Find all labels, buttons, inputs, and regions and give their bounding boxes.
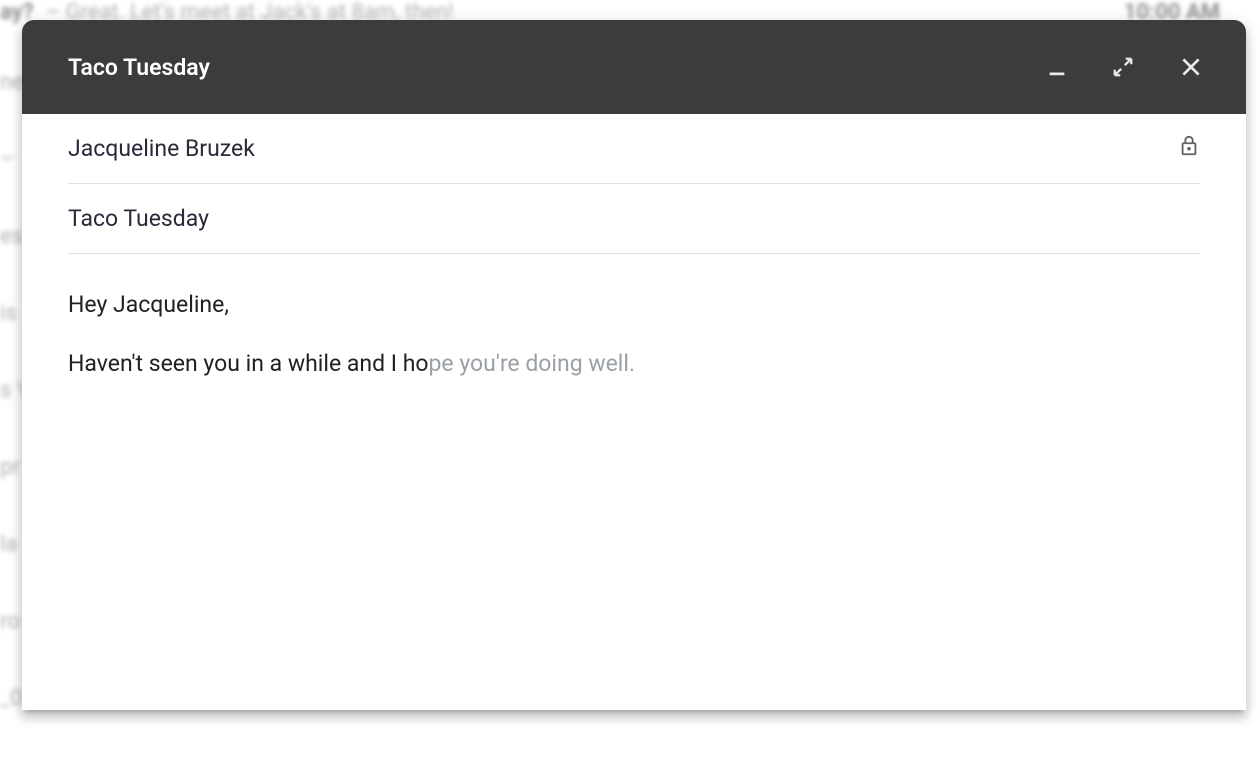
lock-icon	[1178, 135, 1200, 163]
compose-title: Taco Tuesday	[68, 54, 1046, 81]
body-greeting: Hey Jacqueline,	[68, 288, 1200, 323]
typed-text: Haven't seen you in a while and I ho	[68, 350, 429, 377]
minimize-button[interactable]	[1046, 56, 1068, 78]
expand-icon	[1112, 56, 1134, 78]
to-field-value: Jacqueline Bruzek	[68, 135, 1178, 162]
expand-button[interactable]	[1112, 56, 1134, 78]
close-icon	[1178, 54, 1204, 80]
subject-field-value: Taco Tuesday	[68, 205, 1200, 232]
header-controls	[1046, 54, 1204, 80]
body-line: Haven't seen you in a while and I hope y…	[68, 347, 1200, 382]
close-button[interactable]	[1178, 54, 1204, 80]
subject-field-row[interactable]: Taco Tuesday	[68, 184, 1200, 254]
compose-header: Taco Tuesday	[22, 20, 1246, 114]
smart-compose-suggestion: pe you're doing well.	[429, 350, 636, 377]
compose-window: Taco Tuesday Jacqueline Bruzek	[22, 20, 1246, 710]
compose-body: Jacqueline Bruzek Taco Tuesday Hey Jacqu…	[22, 114, 1246, 710]
to-field-row[interactable]: Jacqueline Bruzek	[68, 114, 1200, 184]
compose-body-textarea[interactable]: Hey Jacqueline, Haven't seen you in a wh…	[68, 254, 1200, 405]
minimize-icon	[1046, 56, 1068, 78]
